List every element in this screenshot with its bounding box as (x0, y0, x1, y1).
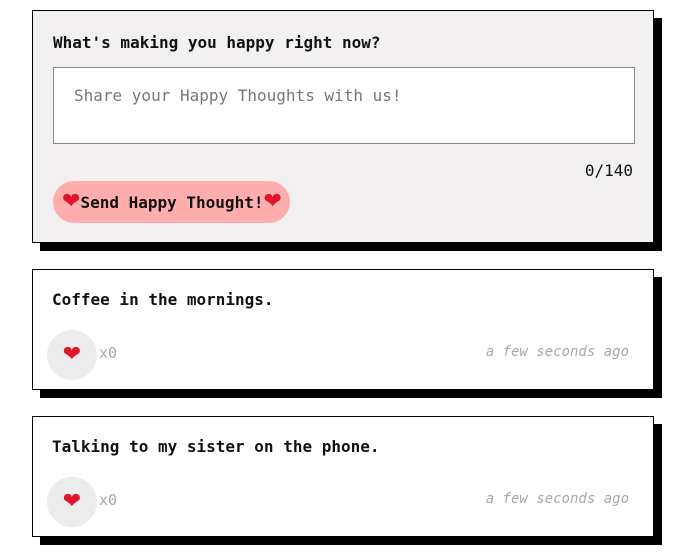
like-count: x0 (99, 344, 118, 362)
heart-icon: ❤ (263, 189, 282, 214)
like-button[interactable]: ❤ (47, 477, 97, 527)
heart-icon: ❤ (62, 189, 81, 214)
thought-text: Talking to my sister on the phone. (52, 437, 380, 456)
timestamp: a few seconds ago (485, 344, 629, 360)
timestamp: a few seconds ago (485, 491, 629, 507)
heart-icon: ❤ (62, 342, 82, 367)
happy-thought-input[interactable] (53, 67, 635, 144)
character-counter: 0/140 (584, 161, 633, 180)
send-button-label: Send Happy Thought! (80, 192, 264, 212)
heart-icon: ❤ (62, 489, 82, 514)
send-happy-thought-button[interactable]: ❤ Send Happy Thought! ❤ (53, 181, 290, 223)
thought-text: Coffee in the mornings. (52, 290, 274, 309)
form-title: What's making you happy right now? (53, 33, 381, 52)
thought-card: Talking to my sister on the phone. ❤ x0 … (32, 416, 654, 537)
like-button[interactable]: ❤ (47, 330, 97, 380)
like-count: x0 (99, 491, 118, 509)
thought-card: Coffee in the mornings. ❤ x0 a few secon… (32, 269, 654, 390)
happy-thought-form: What's making you happy right now? 0/140… (32, 10, 654, 243)
